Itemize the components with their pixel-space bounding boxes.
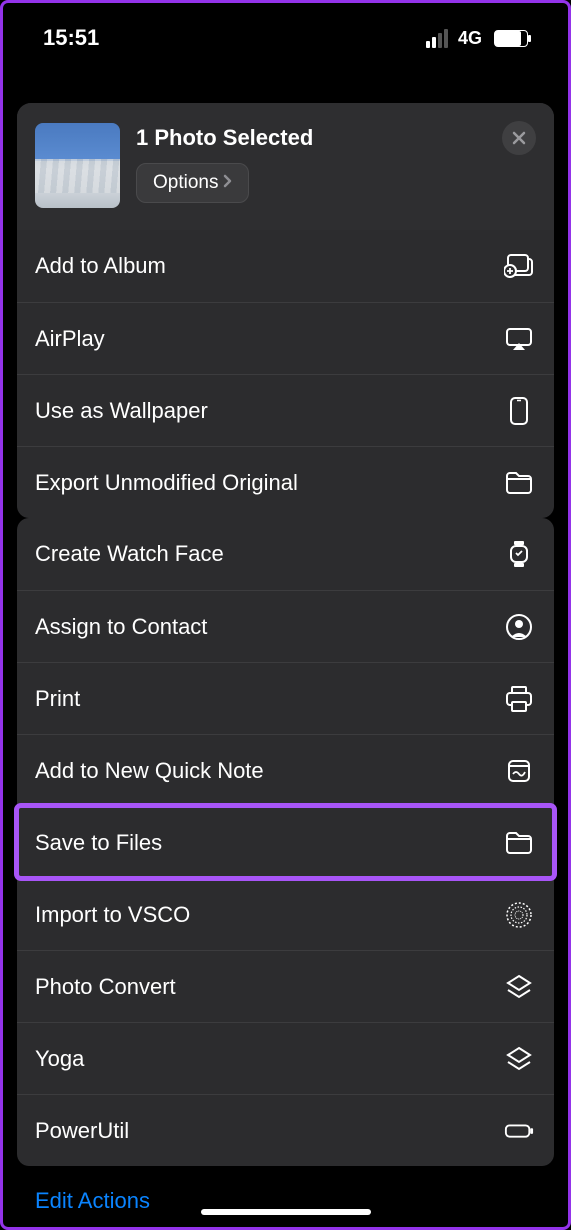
action-yoga[interactable]: Yoga	[17, 1022, 554, 1094]
action-export-original[interactable]: Export Unmodified Original	[17, 446, 554, 518]
action-label: Photo Convert	[35, 974, 176, 1000]
action-label: Add to Album	[35, 253, 166, 279]
action-save-to-files[interactable]: Save to Files	[17, 806, 554, 878]
action-watch-face[interactable]: Create Watch Face	[17, 518, 554, 590]
status-bar: 15:51 4G	[3, 3, 568, 63]
home-indicator[interactable]	[201, 1209, 371, 1215]
folder-icon	[504, 828, 534, 858]
action-add-to-album[interactable]: Add to Album	[17, 230, 554, 302]
edit-actions-link[interactable]: Edit Actions	[17, 1166, 554, 1214]
action-label: Import to VSCO	[35, 902, 190, 928]
stack-icon	[504, 972, 534, 1002]
action-label: Assign to Contact	[35, 614, 207, 640]
options-label: Options	[153, 172, 218, 194]
sheet-title: 1 Photo Selected	[136, 125, 313, 151]
close-icon	[511, 130, 527, 146]
signal-icon	[426, 29, 448, 48]
phone-icon	[504, 396, 534, 426]
action-import-vsco[interactable]: Import to VSCO	[17, 878, 554, 950]
action-label: Save to Files	[35, 830, 162, 856]
sheet-header: 1 Photo Selected Options	[17, 103, 554, 230]
action-label: Create Watch Face	[35, 541, 224, 567]
battery-icon	[504, 1116, 534, 1146]
note-icon	[504, 756, 534, 786]
photo-thumbnail[interactable]	[35, 123, 120, 208]
action-powerutil[interactable]: PowerUtil	[17, 1094, 554, 1166]
action-label: PowerUtil	[35, 1118, 129, 1144]
action-label: Use as Wallpaper	[35, 398, 208, 424]
action-label: Export Unmodified Original	[35, 470, 298, 496]
battery-icon	[494, 30, 528, 47]
edit-actions-label: Edit Actions	[35, 1188, 150, 1213]
vsco-icon	[504, 900, 534, 930]
action-label: Add to New Quick Note	[35, 758, 264, 784]
folder-icon	[504, 468, 534, 498]
person-circle-icon	[504, 612, 534, 642]
action-quick-note[interactable]: Add to New Quick Note	[17, 734, 554, 806]
status-time: 15:51	[43, 25, 99, 51]
airplay-icon	[504, 324, 534, 354]
album-add-icon	[504, 251, 534, 281]
close-button[interactable]	[502, 121, 536, 155]
action-photo-convert[interactable]: Photo Convert	[17, 950, 554, 1022]
watch-icon	[504, 539, 534, 569]
action-assign-contact[interactable]: Assign to Contact	[17, 590, 554, 662]
chevron-right-icon	[222, 172, 232, 194]
action-print[interactable]: Print	[17, 662, 554, 734]
action-group-2: Create Watch Face Assign to Contact Prin…	[17, 518, 554, 1166]
action-wallpaper[interactable]: Use as Wallpaper	[17, 374, 554, 446]
status-indicators: 4G	[426, 28, 528, 49]
action-group-1: Add to Album AirPlay Use as Wallpaper Ex…	[17, 230, 554, 518]
options-button[interactable]: Options	[136, 163, 249, 203]
stack-icon	[504, 1044, 534, 1074]
action-label: AirPlay	[35, 326, 105, 352]
action-airplay[interactable]: AirPlay	[17, 302, 554, 374]
share-sheet: 1 Photo Selected Options Add to Album Ai…	[17, 103, 554, 518]
network-label: 4G	[458, 28, 482, 49]
action-label: Yoga	[35, 1046, 84, 1072]
printer-icon	[504, 684, 534, 714]
action-label: Print	[35, 686, 80, 712]
